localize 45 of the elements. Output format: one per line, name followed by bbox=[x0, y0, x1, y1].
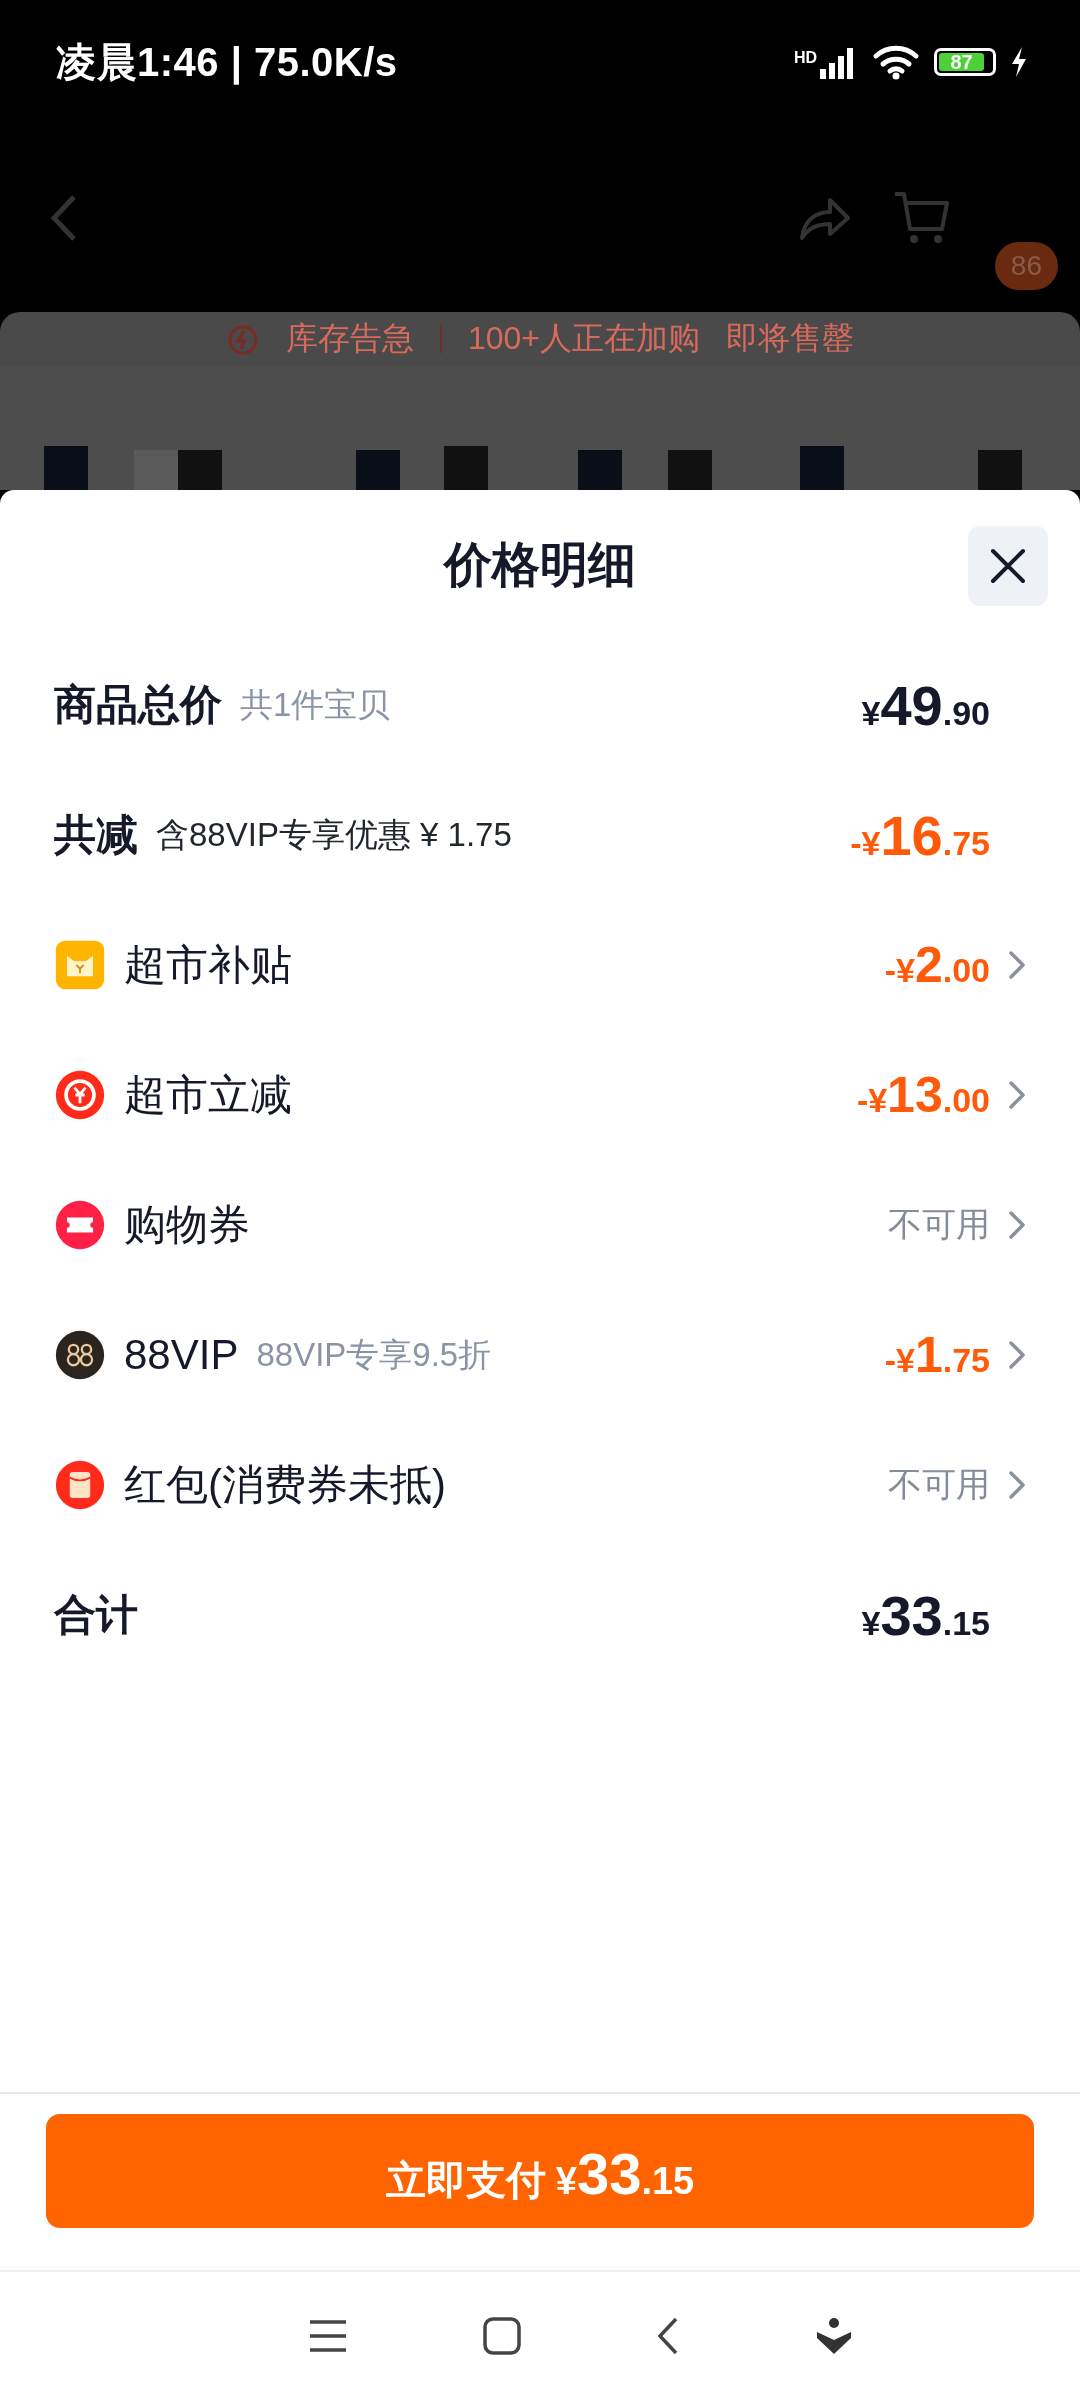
charging-icon bbox=[1010, 46, 1028, 78]
banner-text: 库存告急 bbox=[285, 319, 414, 358]
row-amount: -¥1.75 bbox=[884, 1326, 990, 1384]
row-label: 商品总价 bbox=[54, 680, 222, 730]
close-icon bbox=[990, 548, 1026, 584]
row-label: 购物券 bbox=[124, 1200, 250, 1250]
envelope-icon bbox=[54, 1459, 106, 1511]
coupon-icon bbox=[54, 1199, 106, 1251]
row-amount: ¥33.15 bbox=[861, 1582, 990, 1648]
vip-icon bbox=[54, 1329, 106, 1381]
banner-text: 100+人正在加购 bbox=[467, 319, 701, 358]
row-amount: -¥13.00 bbox=[856, 1066, 990, 1124]
close-button[interactable] bbox=[968, 526, 1048, 606]
assistant-icon[interactable] bbox=[814, 2316, 853, 2356]
row-label: 共减 bbox=[54, 810, 138, 860]
status-time: 凌晨1:46 | 75.0K/s bbox=[56, 38, 398, 87]
row-note: 共1件宝贝 bbox=[240, 684, 391, 725]
row-amount: 不可用 bbox=[888, 1464, 990, 1505]
row-label: 88VIP bbox=[124, 1331, 239, 1379]
subsidy-icon bbox=[54, 939, 106, 991]
row-amount: -¥2.00 bbox=[884, 936, 990, 994]
row-label: 合计 bbox=[54, 1590, 138, 1640]
row-amount: ¥49.90 bbox=[861, 672, 990, 738]
row-label: 红包(消费券未抵) bbox=[124, 1460, 446, 1510]
back-icon[interactable] bbox=[655, 2316, 680, 2356]
wifi-icon bbox=[872, 44, 920, 80]
row-label: 超市立减 bbox=[124, 1070, 292, 1120]
battery-icon: 87 bbox=[934, 48, 996, 76]
row-label: 超市补贴 bbox=[124, 940, 292, 990]
row-amount: 不可用 bbox=[888, 1204, 990, 1245]
chevron-right-icon bbox=[1008, 950, 1026, 980]
banner-text: 即将售罄 bbox=[726, 319, 855, 358]
sheet-title: 价格明细 bbox=[444, 537, 636, 593]
pay-button[interactable]: 立即支付 ¥33.15 bbox=[46, 2114, 1034, 2228]
menu-icon[interactable] bbox=[307, 2319, 348, 2353]
chevron-right-icon bbox=[1008, 1470, 1026, 1500]
cart-count-badge: 86 bbox=[994, 242, 1058, 290]
discount-icon bbox=[54, 1069, 106, 1121]
chevron-right-icon bbox=[1008, 1210, 1026, 1240]
chevron-right-icon bbox=[1008, 1080, 1026, 1110]
home-icon[interactable] bbox=[482, 2317, 521, 2355]
row-amount: -¥16.75 bbox=[850, 802, 990, 868]
chevron-right-icon bbox=[1008, 1340, 1026, 1370]
row-note: 88VIP专享9.5折 bbox=[256, 1334, 492, 1375]
row-note: 含88VIP专享优惠 ¥ 1.75 bbox=[156, 814, 512, 855]
